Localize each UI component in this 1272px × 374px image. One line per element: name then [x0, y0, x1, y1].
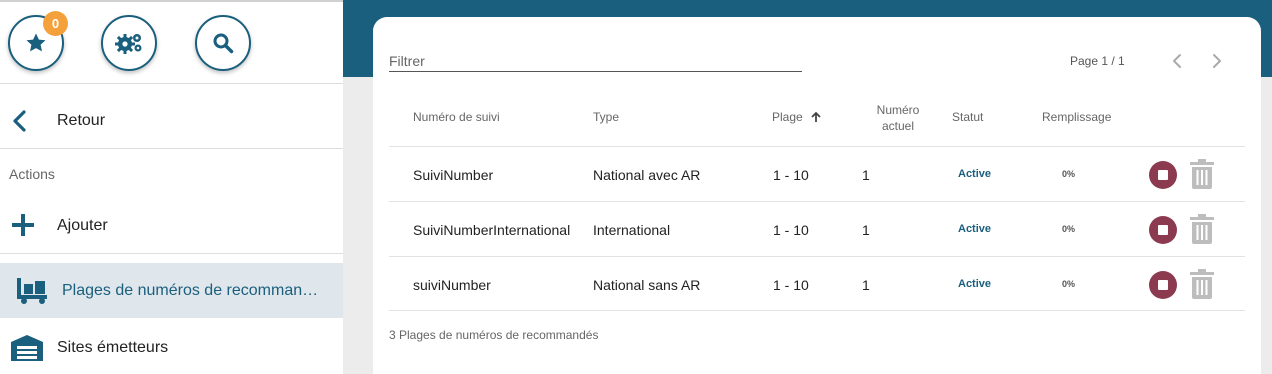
fill-percentage: 0%: [1062, 169, 1076, 179]
filter-input[interactable]: [389, 50, 802, 72]
gears-icon: [115, 34, 142, 54]
trash-icon[interactable]: [1189, 269, 1215, 299]
back-button[interactable]: Retour: [0, 85, 343, 149]
search-button[interactable]: [195, 15, 251, 71]
sidebar-item-label: Plages de numéros de recommandés: [62, 282, 327, 299]
settings-button[interactable]: [101, 15, 157, 71]
cell-type: National avec AR: [593, 167, 701, 183]
sidebar-item-plages[interactable]: Plages de numéros de recommandés: [0, 263, 343, 318]
column-header-remplissage[interactable]: Remplissage: [1042, 110, 1111, 124]
stop-icon: [1158, 280, 1168, 290]
fill-percentage: 0%: [1062, 279, 1076, 289]
sidebar: 0 Retour Actions Ajouter Plages de numér…: [0, 0, 343, 374]
column-header-plage-label: Plage: [772, 110, 803, 124]
table-row[interactable]: SuiviNumberInternational International 1…: [389, 201, 1245, 256]
cell-type: International: [593, 222, 671, 238]
previous-page-button[interactable]: [1167, 51, 1187, 71]
sidebar-item-label: Sites émetteurs: [57, 339, 169, 356]
chevron-left-icon: [13, 110, 26, 132]
cell-plage: 1 - 10: [773, 222, 809, 238]
dolly-boxes-icon: [17, 278, 47, 304]
favorites-badge: 0: [43, 11, 68, 36]
cell-numero: SuiviNumberInternational: [413, 222, 571, 238]
cell-numero-actuel: 1: [862, 277, 870, 293]
cell-type: National sans AR: [593, 277, 701, 293]
status-badge: Active: [958, 223, 992, 235]
sidebar-item-sites[interactable]: Sites émetteurs: [0, 322, 343, 374]
trash-icon[interactable]: [1189, 214, 1215, 244]
trash-icon[interactable]: [1189, 159, 1215, 189]
stop-icon: [1158, 170, 1168, 180]
add-label: Ajouter: [57, 217, 108, 234]
results-count: 3 Plages de numéros de recommandés: [389, 328, 599, 342]
search-icon: [213, 33, 234, 54]
column-header-statut[interactable]: Statut: [952, 110, 983, 124]
stop-button[interactable]: [1149, 161, 1177, 189]
actions-section-title: Actions: [9, 166, 55, 182]
column-header-numero-suivi[interactable]: Numéro de suivi: [413, 110, 500, 124]
arrow-up-icon: [811, 111, 821, 122]
cell-plage: 1 - 10: [773, 167, 809, 183]
stop-button[interactable]: [1149, 216, 1177, 244]
fill-percentage: 0%: [1062, 224, 1076, 234]
star-icon: [26, 33, 46, 52]
cell-numero-actuel: 1: [862, 222, 870, 238]
column-header-type[interactable]: Type: [593, 110, 619, 124]
warehouse-icon: [11, 335, 43, 361]
column-header-numero-actuel[interactable]: Numéro actuel: [867, 102, 929, 134]
column-header-line: actuel: [881, 119, 915, 133]
cell-plage: 1 - 10: [773, 277, 809, 293]
column-header-line: Numéro: [876, 103, 920, 117]
favorites-button[interactable]: 0: [8, 11, 68, 71]
stop-icon: [1158, 225, 1168, 235]
status-badge: Active: [958, 168, 992, 180]
status-badge: Active: [958, 278, 992, 290]
pagination-label: Page 1 / 1: [1070, 54, 1125, 68]
chevron-left-icon: [1173, 54, 1181, 68]
cell-numero: suiviNumber: [413, 277, 491, 293]
cell-numero-actuel: 1: [862, 167, 870, 183]
chevron-right-icon: [1213, 54, 1221, 68]
sidebar-toolbar: 0: [0, 0, 343, 84]
table-row[interactable]: SuiviNumber National avec AR 1 - 10 1 Ac…: [389, 146, 1245, 201]
table-row[interactable]: suiviNumber National sans AR 1 - 10 1 Ac…: [389, 256, 1245, 311]
stop-button[interactable]: [1149, 271, 1177, 299]
plus-icon: [12, 214, 34, 236]
back-label: Retour: [57, 112, 106, 129]
main-card: Page 1 / 1 Numéro de suivi Type Plage Nu…: [373, 17, 1261, 374]
add-button[interactable]: Ajouter: [0, 196, 343, 254]
cell-numero: SuiviNumber: [413, 167, 494, 183]
column-header-plage[interactable]: Plage: [772, 110, 822, 124]
next-page-button[interactable]: [1207, 51, 1227, 71]
